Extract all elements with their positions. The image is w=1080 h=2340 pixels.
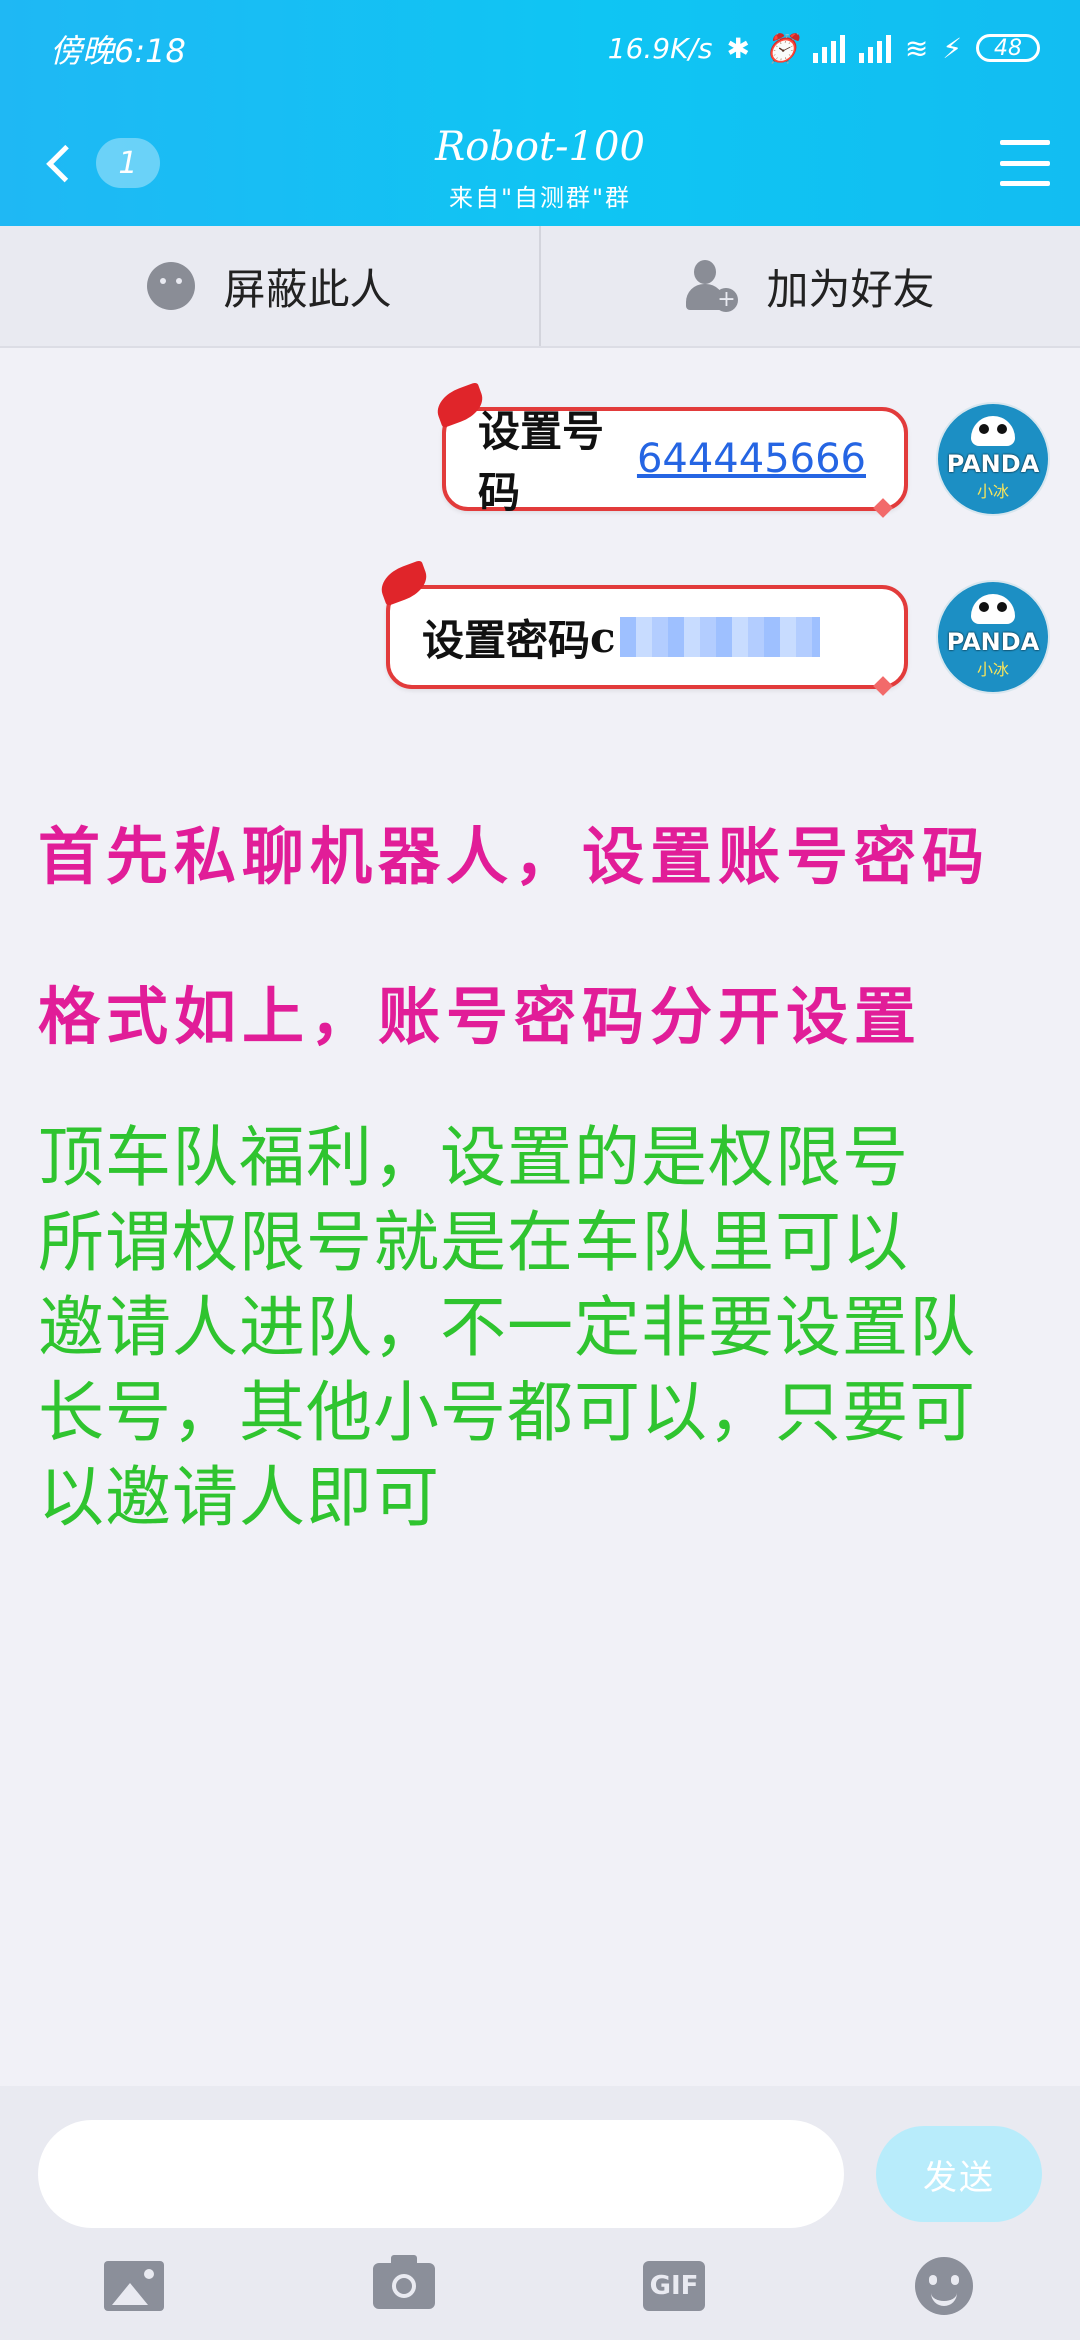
- avatar[interactable]: PANDA 小冰: [936, 580, 1050, 694]
- message-input[interactable]: [38, 2120, 844, 2228]
- status-icons: 16.9K/s ✱ ⏰ ≋ ⚡ 48: [608, 24, 1040, 72]
- message-bubble[interactable]: 设置号码 644445666: [431, 381, 908, 518]
- block-user-button[interactable]: 屏蔽此人: [0, 226, 541, 346]
- chat-subtitle: 来自"自测群"群: [448, 184, 632, 212]
- panda-icon: [971, 416, 1015, 446]
- instruction-line-2: 格式如上，账号密码分开设置: [38, 980, 923, 1053]
- emoji-icon: [915, 2257, 973, 2315]
- camera-icon: [373, 2255, 435, 2309]
- message-text: 设置密码: [422, 615, 591, 665]
- message-row: 设置号码 644445666 PANDA 小冰: [431, 381, 1050, 518]
- redacted-password: [619, 617, 820, 657]
- flame-decoration-icon: [375, 559, 433, 607]
- benefit-line: 顶车队福利，设置的是权限号: [38, 1119, 909, 1196]
- add-friend-button[interactable]: + 加为好友: [541, 226, 1080, 346]
- message-visible-suffix: c: [590, 612, 616, 662]
- battery-icon: 48: [976, 34, 1040, 62]
- signal-icon: [812, 33, 845, 63]
- network-speed: 16.9K/s: [607, 31, 713, 65]
- image-button[interactable]: [102, 2256, 166, 2316]
- chat-title: Robot-100: [435, 124, 645, 170]
- charging-icon: ⚡: [942, 31, 962, 65]
- bluetooth-icon: ✱: [726, 31, 750, 65]
- block-icon: [147, 262, 196, 310]
- send-button[interactable]: 发送: [876, 2126, 1042, 2222]
- message-text: 设置号码: [478, 407, 605, 517]
- gif-button[interactable]: GIF: [642, 2256, 706, 2316]
- message-row: 设置密码 c PANDA 小冰: [375, 559, 1050, 696]
- signal-icon-2: [858, 33, 891, 63]
- benefit-line: 所谓权限号就是在车队里可以: [38, 1204, 909, 1281]
- image-icon: [104, 2261, 164, 2311]
- add-friend-icon: +: [686, 260, 739, 312]
- camera-button[interactable]: [372, 2255, 436, 2316]
- benefit-line: 以邀请人即可: [38, 1459, 440, 1536]
- composer-bar: 发送 GIF: [0, 2086, 1080, 2340]
- app-header: 傍晚6:18 16.9K/s ✱ ⏰ ≋ ⚡ 48 1 Robot-100 来自…: [0, 0, 1080, 226]
- action-bar: 屏蔽此人 + 加为好友: [0, 226, 1080, 348]
- add-friend-label: 加为好友: [766, 264, 935, 314]
- wifi-icon: ≋: [904, 31, 929, 65]
- sparkle-decoration-icon: [873, 676, 893, 696]
- avatar[interactable]: PANDA 小冰: [936, 402, 1050, 516]
- message-bubble[interactable]: 设置密码 c: [375, 559, 908, 696]
- status-time: 傍晚6:18: [50, 32, 186, 70]
- alarm-icon: ⏰: [763, 31, 799, 65]
- block-label: 屏蔽此人: [223, 264, 392, 314]
- status-bar: 傍晚6:18 16.9K/s ✱ ⏰ ≋ ⚡ 48: [0, 0, 1080, 96]
- phone-link[interactable]: 644445666: [637, 436, 866, 482]
- benefit-line: 长号，其他小号都可以，只要可: [38, 1374, 976, 1451]
- sparkle-decoration-icon: [873, 498, 893, 518]
- menu-icon[interactable]: [1000, 140, 1050, 186]
- instruction-line-1: 首先私聊机器人，设置账号密码: [38, 820, 991, 893]
- panda-icon: [971, 594, 1015, 624]
- benefit-line: 邀请人进队，不一定非要设置队: [38, 1289, 976, 1366]
- gif-icon: GIF: [643, 2261, 705, 2311]
- emoji-button[interactable]: [912, 2256, 976, 2316]
